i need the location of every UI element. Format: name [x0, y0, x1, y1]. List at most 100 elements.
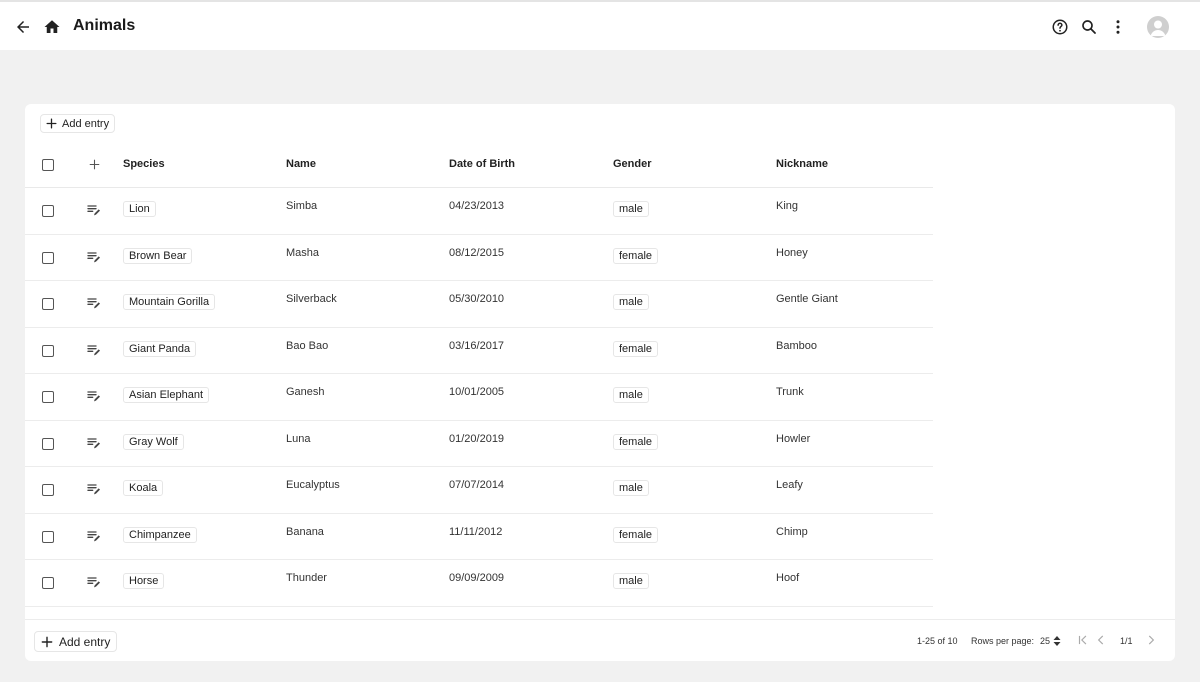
table-row[interactable]: Giant Panda Bao Bao 03/16/2017 female Ba…: [25, 328, 933, 374]
column-header-date-of-birth[interactable]: Date of Birth: [449, 158, 515, 170]
edit-notes-icon: [87, 205, 100, 216]
rows-per-page-select[interactable]: 25: [1040, 633, 1061, 648]
next-page-button[interactable]: [1143, 632, 1159, 648]
edit-row-button[interactable]: [84, 479, 104, 499]
arrow-left-icon: [17, 21, 29, 33]
gender-chip: male: [613, 387, 649, 403]
first-page-button[interactable]: [1075, 632, 1091, 648]
row-select-checkbox[interactable]: [42, 530, 54, 543]
table-row[interactable]: Chimpanzee Banana 11/11/2012 female Chim…: [25, 514, 933, 560]
edit-row-button[interactable]: [84, 247, 104, 267]
edit-row-button[interactable]: [84, 526, 104, 546]
more-vertical-icon: [1116, 20, 1120, 34]
gender-chip: male: [613, 294, 649, 310]
table-row[interactable]: Gray Wolf Luna 01/20/2019 female Howler: [25, 421, 933, 467]
chevron-right-icon: [1148, 635, 1155, 645]
column-header-nickname[interactable]: Nickname: [776, 158, 828, 170]
row-select-checkbox[interactable]: [42, 391, 54, 403]
gender-chip: male: [613, 201, 649, 217]
species-chip: Horse: [123, 573, 165, 589]
add-entry-button-bottom[interactable]: Add entry: [34, 631, 118, 652]
name-cell: Simba: [286, 200, 318, 212]
table-row[interactable]: Brown Bear Masha 08/12/2015 female Honey: [25, 235, 933, 281]
name-cell: Eucalyptus: [286, 479, 340, 491]
help-button[interactable]: [1046, 13, 1074, 41]
column-header-species[interactable]: Species: [123, 158, 165, 170]
date-of-birth-cell: 11/11/2012: [449, 525, 503, 538]
column-header-gender[interactable]: Gender: [613, 158, 652, 170]
name-cell: Thunder: [286, 572, 327, 584]
species-chip: Giant Panda: [123, 340, 197, 357]
table-row[interactable]: Lion Simba 04/23/2013 male King: [25, 188, 933, 235]
table-footer: Add entry 1-25 of 10 Rows per page: 25 1…: [25, 619, 1175, 661]
table-header: Species Name Date of Birth Gender Nickna…: [25, 142, 933, 188]
home-button[interactable]: [38, 13, 66, 41]
select-all-checkbox[interactable]: [42, 159, 54, 171]
add-column-button[interactable]: [84, 154, 104, 174]
sort-arrows-icon: [1053, 635, 1061, 646]
edit-row-button[interactable]: [84, 200, 104, 220]
chevron-left-icon: [1097, 635, 1104, 645]
previous-page-button[interactable]: [1093, 632, 1109, 648]
gender-chip: female: [613, 247, 659, 264]
page-indicator: 1/1: [1120, 636, 1133, 646]
species-chip: Gray Wolf: [123, 433, 184, 450]
date-of-birth-cell: 01/20/2019: [449, 432, 505, 445]
top-app-bar: Animals: [0, 0, 1200, 50]
row-select-checkbox[interactable]: [42, 205, 54, 217]
back-button[interactable]: [9, 13, 37, 41]
species-chip: Brown Bear: [123, 247, 193, 264]
row-select-checkbox[interactable]: [42, 577, 54, 589]
user-avatar[interactable]: [1147, 16, 1169, 38]
row-select-checkbox[interactable]: [42, 251, 54, 264]
add-entry-button-top[interactable]: Add entry: [40, 114, 116, 133]
edit-row-button[interactable]: [84, 433, 104, 453]
edit-row-button[interactable]: [84, 572, 104, 592]
row-select-checkbox[interactable]: [42, 437, 54, 450]
nickname-cell: Gentle Giant: [776, 293, 838, 305]
date-of-birth-cell: 10/01/2005: [449, 386, 505, 398]
name-cell: Silverback: [286, 293, 337, 305]
name-cell: Ganesh: [286, 386, 325, 398]
table-row[interactable]: Horse Thunder 09/09/2009 male Hoof: [25, 560, 933, 607]
edit-row-button[interactable]: [84, 340, 104, 360]
edit-notes-icon: [87, 391, 100, 402]
plus-icon: [41, 636, 53, 647]
pagination-range: 1-25 of 10: [917, 636, 958, 646]
name-cell: Banana: [286, 525, 324, 538]
edit-row-button[interactable]: [84, 293, 104, 313]
date-of-birth-cell: 04/23/2013: [449, 200, 505, 212]
plus-icon: [46, 118, 57, 129]
nickname-cell: Honey: [776, 246, 808, 259]
rows-per-page-label: Rows per page:: [971, 636, 1035, 646]
add-entry-label: Add entry: [59, 634, 111, 649]
date-of-birth-cell: 05/30/2010: [449, 293, 505, 305]
edit-notes-icon: [87, 298, 100, 309]
gender-chip: female: [613, 526, 659, 543]
table-row[interactable]: Mountain Gorilla Silverback 05/30/2010 m…: [25, 281, 933, 328]
edit-row-button[interactable]: [84, 386, 104, 406]
rows-per-page-value: 25: [1040, 635, 1051, 646]
search-button[interactable]: [1075, 13, 1103, 41]
nickname-cell: Leafy: [776, 479, 803, 491]
species-chip: Mountain Gorilla: [123, 294, 216, 310]
edit-notes-icon: [87, 530, 100, 541]
date-of-birth-cell: 08/12/2015: [449, 246, 505, 259]
plus-icon: [89, 159, 99, 169]
table-row[interactable]: Asian Elephant Ganesh 10/01/2005 male Tr…: [25, 374, 933, 421]
name-cell: Bao Bao: [286, 339, 329, 352]
table-body: Lion Simba 04/23/2013 male King Brown Be…: [25, 188, 933, 607]
home-icon: [44, 20, 60, 33]
page-title: Animals: [73, 17, 136, 34]
search-icon: [1082, 20, 1096, 34]
table-row[interactable]: Koala Eucalyptus 07/07/2014 male Leafy: [25, 467, 933, 514]
more-options-button[interactable]: [1104, 13, 1132, 41]
column-header-name[interactable]: Name: [286, 158, 316, 170]
row-select-checkbox[interactable]: [42, 298, 54, 310]
row-select-checkbox[interactable]: [42, 344, 54, 357]
first-page-icon: [1078, 635, 1087, 645]
gender-chip: male: [613, 480, 649, 496]
species-chip: Koala: [123, 480, 164, 496]
nickname-cell: King: [776, 200, 799, 212]
row-select-checkbox[interactable]: [42, 484, 54, 496]
